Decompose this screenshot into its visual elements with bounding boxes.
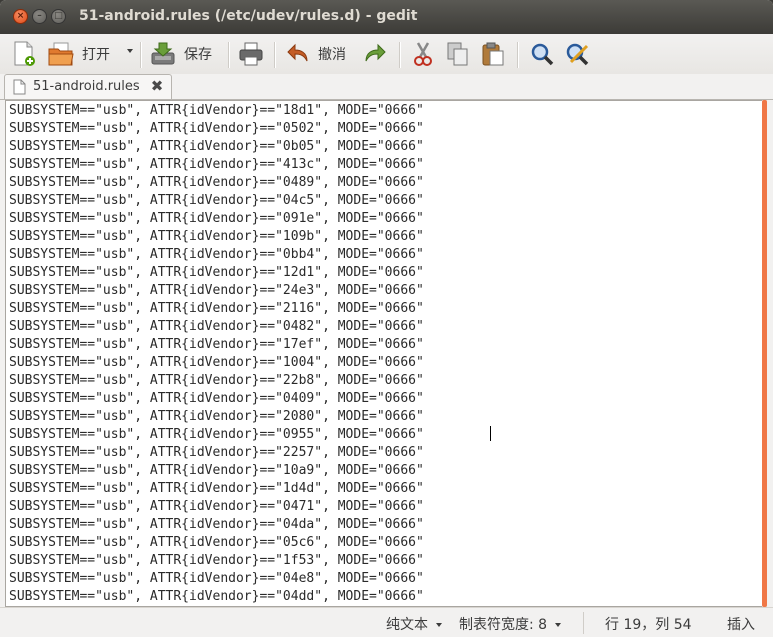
copy-icon (447, 42, 468, 66)
cut-icon (414, 42, 432, 66)
language-label: 纯文本 (386, 617, 428, 633)
search-button[interactable] (530, 39, 554, 69)
new-document-button[interactable] (12, 39, 36, 69)
editor-line: SUBSYSTEM=="usb", ATTR{idVendor}=="0b05"… (9, 139, 424, 154)
minimize-icon: – (37, 11, 42, 21)
text-editor[interactable]: SUBSYSTEM=="usb", ATTR{idVendor}=="18d1"… (5, 100, 763, 607)
print-icon (239, 42, 263, 66)
editor-line: SUBSYSTEM=="usb", ATTR{idVendor}=="109b"… (9, 229, 424, 244)
undo-label: 撤消 (318, 47, 346, 63)
title-bar[interactable]: × – □ 51-android.rules (/etc/udev/rules.… (0, 0, 773, 34)
toolbar-separator (517, 42, 519, 68)
close-icon: × (16, 11, 25, 21)
vertical-scrollbar[interactable] (762, 100, 767, 607)
save-icon (151, 42, 175, 65)
open-button[interactable]: 打开 (48, 39, 110, 69)
undo-icon (287, 43, 308, 62)
toolbar-separator (399, 42, 401, 68)
editor-line: SUBSYSTEM=="usb", ATTR{idVendor}=="0502"… (9, 121, 424, 136)
paste-button[interactable] (481, 39, 505, 69)
save-label: 保存 (184, 47, 212, 63)
tab-bar: 51-android.rules ✖ (0, 74, 773, 100)
maximize-window-button[interactable]: □ (51, 9, 66, 24)
editor-line: SUBSYSTEM=="usb", ATTR{idVendor}=="22b8"… (9, 373, 424, 388)
editor-line: SUBSYSTEM=="usb", ATTR{idVendor}=="1f53"… (9, 553, 424, 568)
editor-line: SUBSYSTEM=="usb", ATTR{idVendor}=="10a9"… (9, 463, 424, 478)
toolbar: 打开 保存 撤消 (0, 34, 773, 74)
editor-line: SUBSYSTEM=="usb", ATTR{idVendor}=="2116"… (9, 301, 424, 316)
editor-line: SUBSYSTEM=="usb", ATTR{idVendor}=="1004"… (9, 355, 424, 370)
editor-line: SUBSYSTEM=="usb", ATTR{idVendor}=="091e"… (9, 211, 424, 226)
status-bar: 纯文本 制表符宽度: 8 行 19，列 54 插入 (0, 607, 773, 637)
editor-line: SUBSYSTEM=="usb", ATTR{idVendor}=="04dd"… (9, 589, 424, 604)
editor-line: SUBSYSTEM=="usb", ATTR{idVendor}=="04e8"… (9, 571, 424, 586)
language-selector[interactable]: 纯文本 (386, 614, 442, 634)
close-tab-icon[interactable]: ✖ (150, 78, 164, 94)
cut-button[interactable] (411, 39, 435, 69)
print-button[interactable] (238, 39, 264, 69)
search-icon (531, 43, 554, 66)
editor-line: SUBSYSTEM=="usb", ATTR{idVendor}=="12d1"… (9, 265, 424, 280)
open-recent-dropdown-icon[interactable] (127, 49, 133, 53)
search-replace-button[interactable] (565, 39, 591, 69)
tab-51-android-rules[interactable]: 51-android.rules ✖ (4, 74, 172, 99)
redo-button[interactable] (363, 39, 387, 69)
open-label: 打开 (82, 47, 110, 63)
redo-icon (365, 43, 386, 62)
dropdown-arrow-icon (555, 623, 562, 627)
document-icon (13, 79, 26, 95)
toolbar-separator (274, 42, 276, 68)
save-button[interactable]: 保存 (150, 39, 212, 69)
editor-line: SUBSYSTEM=="usb", ATTR{idVendor}=="0409"… (9, 391, 424, 406)
undo-button[interactable]: 撤消 (286, 39, 346, 69)
gedit-window: × – □ 51-android.rules (/etc/udev/rules.… (0, 0, 773, 637)
editor-line: SUBSYSTEM=="usb", ATTR{idVendor}=="413c"… (9, 157, 424, 172)
editor-line: SUBSYSTEM=="usb", ATTR{idVendor}=="04da"… (9, 517, 424, 532)
tab-width-selector[interactable]: 制表符宽度: 8 (459, 614, 562, 634)
status-separator (583, 612, 584, 634)
window-title: 51-android.rules (/etc/udev/rules.d) - g… (79, 8, 418, 24)
toolbar-separator (228, 42, 230, 68)
editor-line: SUBSYSTEM=="usb", ATTR{idVendor}=="17ef"… (9, 337, 424, 352)
open-folder-icon (48, 42, 74, 66)
editor-line: SUBSYSTEM=="usb", ATTR{idVendor}=="05c6"… (9, 535, 424, 550)
scrollbar-thumb[interactable] (762, 100, 767, 607)
toolbar-separator (140, 42, 142, 68)
search-replace-icon (566, 43, 589, 66)
minimize-window-button[interactable]: – (32, 9, 47, 24)
insert-mode-indicator: 插入 (727, 617, 755, 633)
copy-button[interactable] (446, 39, 470, 69)
tab-label: 51-android.rules (33, 79, 140, 94)
editor-line: SUBSYSTEM=="usb", ATTR{idVendor}=="0489"… (9, 175, 424, 190)
new-document-icon (14, 41, 35, 66)
editor-line: SUBSYSTEM=="usb", ATTR{idVendor}=="0471"… (9, 499, 424, 514)
maximize-icon: □ (54, 11, 63, 21)
editor-line: SUBSYSTEM=="usb", ATTR{idVendor}=="18d1"… (9, 103, 424, 118)
text-cursor (490, 426, 491, 441)
editor-line: SUBSYSTEM=="usb", ATTR{idVendor}=="2257"… (9, 445, 424, 460)
close-window-button[interactable]: × (13, 9, 28, 24)
editor-line: SUBSYSTEM=="usb", ATTR{idVendor}=="2080"… (9, 409, 424, 424)
editor-line: SUBSYSTEM=="usb", ATTR{idVendor}=="04c5"… (9, 193, 424, 208)
editor-lines: SUBSYSTEM=="usb", ATTR{idVendor}=="18d1"… (9, 102, 424, 606)
editor-line: SUBSYSTEM=="usb", ATTR{idVendor}=="0955"… (9, 427, 424, 442)
cursor-position: 行 19，列 54 (605, 617, 692, 633)
paste-icon (482, 42, 504, 66)
editor-line: SUBSYSTEM=="usb", ATTR{idVendor}=="0482"… (9, 319, 424, 334)
editor-line: SUBSYSTEM=="usb", ATTR{idVendor}=="0bb4"… (9, 247, 424, 262)
dropdown-arrow-icon (436, 623, 442, 627)
editor-line: SUBSYSTEM=="usb", ATTR{idVendor}=="24e3"… (9, 283, 424, 298)
tab-width-label: 制表符宽度: 8 (459, 617, 548, 633)
editor-line: SUBSYSTEM=="usb", ATTR{idVendor}=="1d4d"… (9, 481, 424, 496)
